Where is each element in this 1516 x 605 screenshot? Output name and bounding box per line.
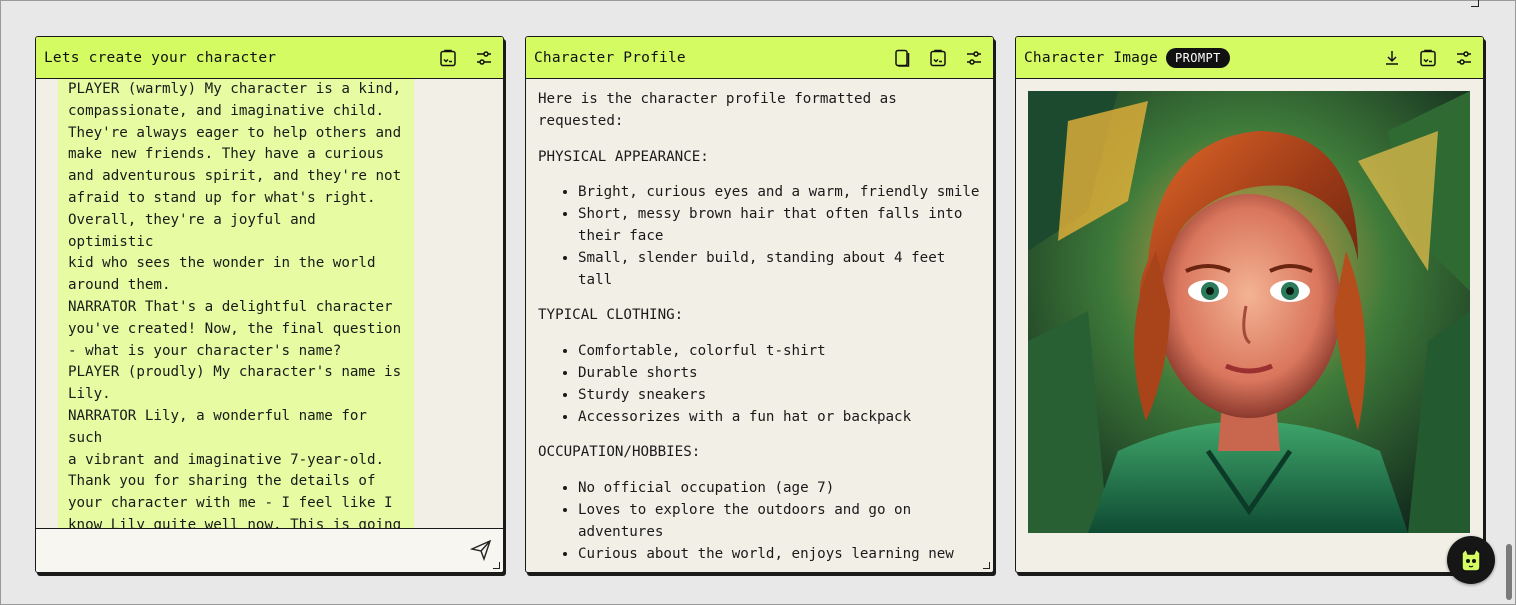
chat-message-line: PLAYER (warmly) My character is a kind,	[68, 81, 402, 97]
profile-content[interactable]: Here is the character profile formatted …	[526, 79, 993, 572]
send-icon[interactable]	[469, 538, 493, 562]
image-panel-title: Character Image	[1024, 49, 1158, 66]
cat-face-icon[interactable]	[1447, 536, 1495, 584]
chat-message-line: They're always eager to help others and	[68, 124, 402, 141]
resize-grip[interactable]	[983, 562, 990, 569]
profile-section-heading: OCCUPATION/HOBBIES:	[538, 444, 701, 461]
profile-section-heading: TYPICAL CLOTHING:	[538, 307, 684, 324]
profile-list-item: Comfortable, colorful t-shirt	[578, 341, 981, 363]
character-image	[1028, 91, 1470, 533]
profile-intro: Here is the character profile formatted …	[538, 89, 981, 133]
chat-message-line: a vibrant and imaginative 7-year-old.	[68, 451, 385, 468]
chat-message-line: kid who sees the wonder in the world	[68, 255, 376, 272]
copy-to-clipboard-icon[interactable]	[1417, 47, 1439, 69]
copy-to-clipboard-icon[interactable]	[927, 47, 949, 69]
chat-message-line: know Lily quite well now. This is going	[68, 516, 402, 528]
image-panel-header: Character Image PROMPT	[1016, 37, 1483, 79]
profile-list-item-line: Durable shorts	[578, 364, 698, 381]
corner-resize-mark	[1471, 0, 1479, 7]
chat-message-line: NARRATOR Lily, a wonderful name for such	[68, 407, 376, 446]
chat-message-bubble: PLAYER (warmly) My character is a kind, c…	[58, 79, 414, 528]
profile-list-item-line: Comfortable, colorful t-shirt	[578, 343, 826, 360]
chat-input-row	[36, 528, 503, 572]
profile-list-item-line: adventures	[578, 523, 664, 540]
profile-section-list: Comfortable, colorful t-shirt Durable sho…	[538, 341, 981, 428]
profile-list-item-line: Bright, curious eyes and a warm, friendl…	[578, 184, 980, 201]
chat-message-line: Overall, they're a joyful and optimistic	[68, 211, 325, 250]
profile-list-item: Sturdy sneakers	[578, 385, 981, 407]
profile-panel: Character Profile Here is the character …	[525, 36, 994, 573]
chat-message-line: - what is your character's name?	[68, 342, 342, 359]
download-icon[interactable]	[1381, 47, 1403, 69]
page-scrollbar[interactable]	[1503, 3, 1513, 603]
chat-message-line: Thank you for sharing the details of	[68, 473, 376, 490]
chat-message-line: your character with me - I feel like I	[68, 495, 393, 512]
chat-message-line: NARRATOR That's a delightful character	[68, 298, 393, 315]
document-icon[interactable]	[891, 47, 913, 69]
prompt-badge[interactable]: PROMPT	[1165, 47, 1230, 68]
profile-list-item: Loves to explore the outdoors and go on a…	[578, 500, 981, 544]
profile-section-list: Bright, curious eyes and a warm, friendl…	[538, 182, 981, 291]
profile-list-item-line: Small, slender build, standing about 4 f…	[578, 249, 946, 266]
profile-section-list: No official occupation (age 7) Loves to e…	[538, 478, 981, 565]
profile-list-item-line: Curious about the world, enjoys learning…	[578, 545, 954, 562]
chat-input[interactable]	[36, 529, 463, 572]
profile-list-item-line: Accessorizes with a fun hat or backpack	[578, 408, 912, 425]
settings-sliders-icon[interactable]	[963, 47, 985, 69]
profile-section-heading: PHYSICAL APPEARANCE:	[538, 148, 709, 165]
chat-message-line: Lily.	[68, 386, 111, 403]
settings-sliders-icon[interactable]	[1453, 47, 1475, 69]
profile-intro-line: Here is the character profile formatted …	[538, 91, 897, 107]
chat-messages[interactable]: PLAYER (warmly) My character is a kind, c…	[36, 79, 503, 528]
profile-list-item: Bright, curious eyes and a warm, friendl…	[578, 182, 981, 204]
profile-list-item-line: their face	[578, 227, 664, 244]
profile-panel-title: Character Profile	[534, 49, 686, 66]
chat-panel: Lets create your character PLAYER (warml…	[35, 36, 504, 573]
settings-sliders-icon[interactable]	[473, 47, 495, 69]
profile-intro-line: requested:	[538, 112, 624, 129]
chat-message-line: around them.	[68, 277, 171, 294]
profile-list-item: No official occupation (age 7)	[578, 478, 981, 500]
chat-panel-title: Lets create your character	[44, 49, 277, 66]
profile-list-item: Accessorizes with a fun hat or backpack	[578, 407, 981, 429]
profile-list-item-line: No official occupation (age 7)	[578, 480, 835, 497]
chat-message-line: make new friends. They have a curious	[68, 146, 385, 163]
chat-message-line: and adventurous spirit, and they're not	[68, 168, 402, 185]
profile-list-item: Short, messy brown hair that often falls…	[578, 204, 981, 248]
resize-grip[interactable]	[493, 562, 500, 569]
chat-message-line: compassionate, and imaginative child.	[68, 102, 385, 119]
profile-list-item-line: Short, messy brown hair that often falls…	[578, 206, 963, 223]
image-panel: Character Image PROMPT	[1015, 36, 1484, 573]
profile-list-item: Curious about the world, enjoys learning…	[578, 544, 981, 566]
profile-list-item: Durable shorts	[578, 363, 981, 385]
profile-list-item-line: Loves to explore the outdoors and go on	[578, 501, 912, 518]
page-scrollbar-thumb[interactable]	[1506, 544, 1512, 600]
profile-list-item-line: Sturdy sneakers	[578, 386, 707, 403]
chat-message-line: PLAYER (proudly) My character's name is	[68, 364, 402, 381]
chat-message-line: you've created! Now, the final question	[68, 320, 402, 337]
profile-list-item: Small, slender build, standing about 4 f…	[578, 248, 981, 292]
profile-list-item-line: tall	[578, 271, 613, 288]
chat-panel-header: Lets create your character	[36, 37, 503, 79]
copy-to-clipboard-icon[interactable]	[437, 47, 459, 69]
profile-panel-header: Character Profile	[526, 37, 993, 79]
chat-message-line: afraid to stand up for what's right.	[68, 189, 376, 206]
